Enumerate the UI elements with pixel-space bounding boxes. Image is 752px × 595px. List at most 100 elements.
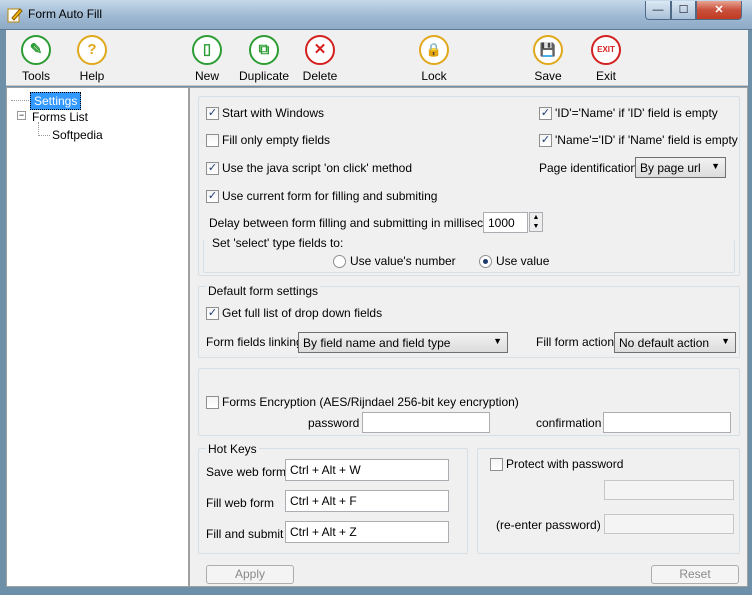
id-equals-name-label: 'ID'='Name' if 'ID' field is empty xyxy=(555,106,718,120)
checkbox-checked: ✓ xyxy=(206,161,219,175)
fill-only-empty-checkbox[interactable]: Fill only empty fields xyxy=(206,133,330,147)
radio-off xyxy=(333,254,346,268)
get-full-list-checkbox[interactable]: ✓ Get full list of drop down fields xyxy=(206,306,382,320)
select-type-label: Set 'select' type fields to: xyxy=(210,236,346,250)
maximize-button[interactable]: ☐ xyxy=(671,1,696,20)
form-fields-linking-label: Form fields linking xyxy=(206,335,303,349)
new-button[interactable]: ▯ New xyxy=(177,32,237,84)
delay-label: Delay between form filling and submittin… xyxy=(209,216,510,230)
tree-connector xyxy=(38,135,50,136)
lock-icon: 🔒 xyxy=(419,35,449,65)
lock-button[interactable]: 🔒 Lock xyxy=(404,32,464,84)
save-web-form-input[interactable]: Ctrl + Alt + W xyxy=(285,459,449,481)
use-js-onclick-label: Use the java script 'on click' method xyxy=(222,161,412,175)
page-identification-label: Page identification xyxy=(539,161,638,175)
page-identification-value: By page url xyxy=(640,161,701,175)
default-form-settings-label: Default form settings xyxy=(206,284,321,298)
fill-web-form-input[interactable]: Ctrl + Alt + F xyxy=(285,490,449,512)
use-value-label: Use value xyxy=(496,254,550,268)
spin-up-icon[interactable]: ▲ xyxy=(530,213,542,222)
new-document-icon: ▯ xyxy=(192,35,222,65)
use-current-form-checkbox[interactable]: ✓ Use current form for filling and submit… xyxy=(206,189,437,203)
reenter-password-input[interactable] xyxy=(604,514,734,534)
spin-down-icon[interactable]: ▼ xyxy=(530,222,542,231)
use-value-number-radio[interactable]: Use value's number xyxy=(333,254,456,268)
radio-on xyxy=(479,254,492,268)
duplicate-label: Duplicate xyxy=(238,69,290,83)
tree-item-settings[interactable]: Settings xyxy=(30,92,82,110)
toolbar: ✎ Tools ? Help ▯ New ⧉ Duplicate ✕ Delete 🔒 Lo… xyxy=(6,30,748,86)
delay-input[interactable]: 1000 xyxy=(483,212,528,233)
form-fields-linking-select[interactable]: By field name and field type ▼ xyxy=(298,332,508,353)
save-button[interactable]: 💾 Save xyxy=(518,32,578,84)
protect-with-password-label: Protect with password xyxy=(506,457,624,471)
fill-form-action-value: No default action xyxy=(619,336,710,350)
tools-button[interactable]: ✎ Tools xyxy=(6,32,66,84)
name-equals-id-label: 'Name'='ID' if 'Name' field is empty xyxy=(555,133,738,147)
chevron-down-icon: ▼ xyxy=(711,161,720,171)
fill-and-submit-input[interactable]: Ctrl + Alt + Z xyxy=(285,521,449,543)
tree-item-forms-list[interactable]: Forms List xyxy=(32,110,88,124)
name-equals-id-checkbox[interactable]: ✓ 'Name'='ID' if 'Name' field is empty xyxy=(539,133,738,147)
delay-spinner[interactable]: ▲ ▼ xyxy=(529,212,543,232)
question-icon: ? xyxy=(77,35,107,65)
reenter-password-label: (re-enter password) xyxy=(496,518,601,532)
duplicate-icon: ⧉ xyxy=(249,35,279,65)
tree-expander-icon[interactable]: − xyxy=(17,111,26,120)
delete-button[interactable]: ✕ Delete xyxy=(290,32,350,84)
checkbox-checked: ✓ xyxy=(539,106,552,120)
confirmation-input[interactable] xyxy=(603,412,731,433)
help-label: Help xyxy=(79,69,105,83)
tree-connector xyxy=(11,100,31,101)
duplicate-button[interactable]: ⧉ Duplicate xyxy=(234,32,294,84)
tree-item-softpedia[interactable]: Softpedia xyxy=(52,128,103,142)
delete-label: Delete xyxy=(302,69,338,83)
exit-icon: EXIT xyxy=(591,35,621,65)
start-with-windows-checkbox[interactable]: ✓ Start with Windows xyxy=(206,106,324,120)
checkbox-checked: ✓ xyxy=(539,133,552,147)
fill-form-action-label: Fill form action xyxy=(536,335,615,349)
checkbox-unchecked xyxy=(206,395,219,409)
checkbox-checked: ✓ xyxy=(206,106,219,120)
tree-connector xyxy=(38,122,39,136)
apply-button[interactable]: Apply xyxy=(206,565,294,584)
password-label: password xyxy=(308,416,360,430)
use-value-number-label: Use value's number xyxy=(350,254,456,268)
use-value-radio[interactable]: Use value xyxy=(479,254,549,268)
pencil-icon: ✎ xyxy=(21,35,51,65)
help-button[interactable]: ? Help xyxy=(62,32,122,84)
checkbox-unchecked xyxy=(490,457,503,471)
navigation-tree: Settings − Forms List Softpedia xyxy=(6,87,189,587)
window-title: Form Auto Fill xyxy=(28,7,103,21)
start-with-windows-label: Start with Windows xyxy=(222,106,325,120)
password-input[interactable] xyxy=(362,412,490,433)
minimize-button[interactable]: — xyxy=(645,1,671,20)
save-label: Save xyxy=(534,69,562,83)
use-current-form-label: Use current form for filling and submiti… xyxy=(222,189,438,203)
protect-with-password-checkbox[interactable]: Protect with password xyxy=(490,457,623,471)
save-icon: 💾 xyxy=(533,35,563,65)
lock-label: Lock xyxy=(421,69,447,83)
checkbox-checked: ✓ xyxy=(206,306,219,320)
delete-icon: ✕ xyxy=(305,35,335,65)
checkbox-checked: ✓ xyxy=(206,189,219,203)
chevron-down-icon: ▼ xyxy=(721,336,730,346)
hot-keys-label: Hot Keys xyxy=(206,442,259,456)
confirmation-label: confirmation xyxy=(536,416,602,430)
chevron-down-icon: ▼ xyxy=(493,336,502,346)
page-identification-select[interactable]: By page url ▼ xyxy=(635,157,726,178)
close-button[interactable]: ✕ xyxy=(696,1,742,20)
id-equals-name-checkbox[interactable]: ✓ 'ID'='Name' if 'ID' field is empty xyxy=(539,106,718,120)
fill-and-submit-label: Fill and submit xyxy=(206,527,284,541)
settings-panel: ✓ Start with Windows Fill only empty fiel… xyxy=(189,87,748,587)
app-icon xyxy=(7,7,23,23)
fill-form-action-select[interactable]: No default action ▼ xyxy=(614,332,736,353)
protect-password-input[interactable] xyxy=(604,480,734,500)
use-js-onclick-checkbox[interactable]: ✓ Use the java script 'on click' method xyxy=(206,161,412,175)
save-web-form-label: Save web form xyxy=(206,465,287,479)
exit-button[interactable]: EXIT Exit xyxy=(576,32,636,84)
reset-button[interactable]: Reset xyxy=(651,565,739,584)
forms-encryption-checkbox[interactable]: Forms Encryption (AES/Rijndael 256-bit k… xyxy=(206,395,519,409)
fill-web-form-label: Fill web form xyxy=(206,496,275,510)
exit-label: Exit xyxy=(595,69,616,83)
